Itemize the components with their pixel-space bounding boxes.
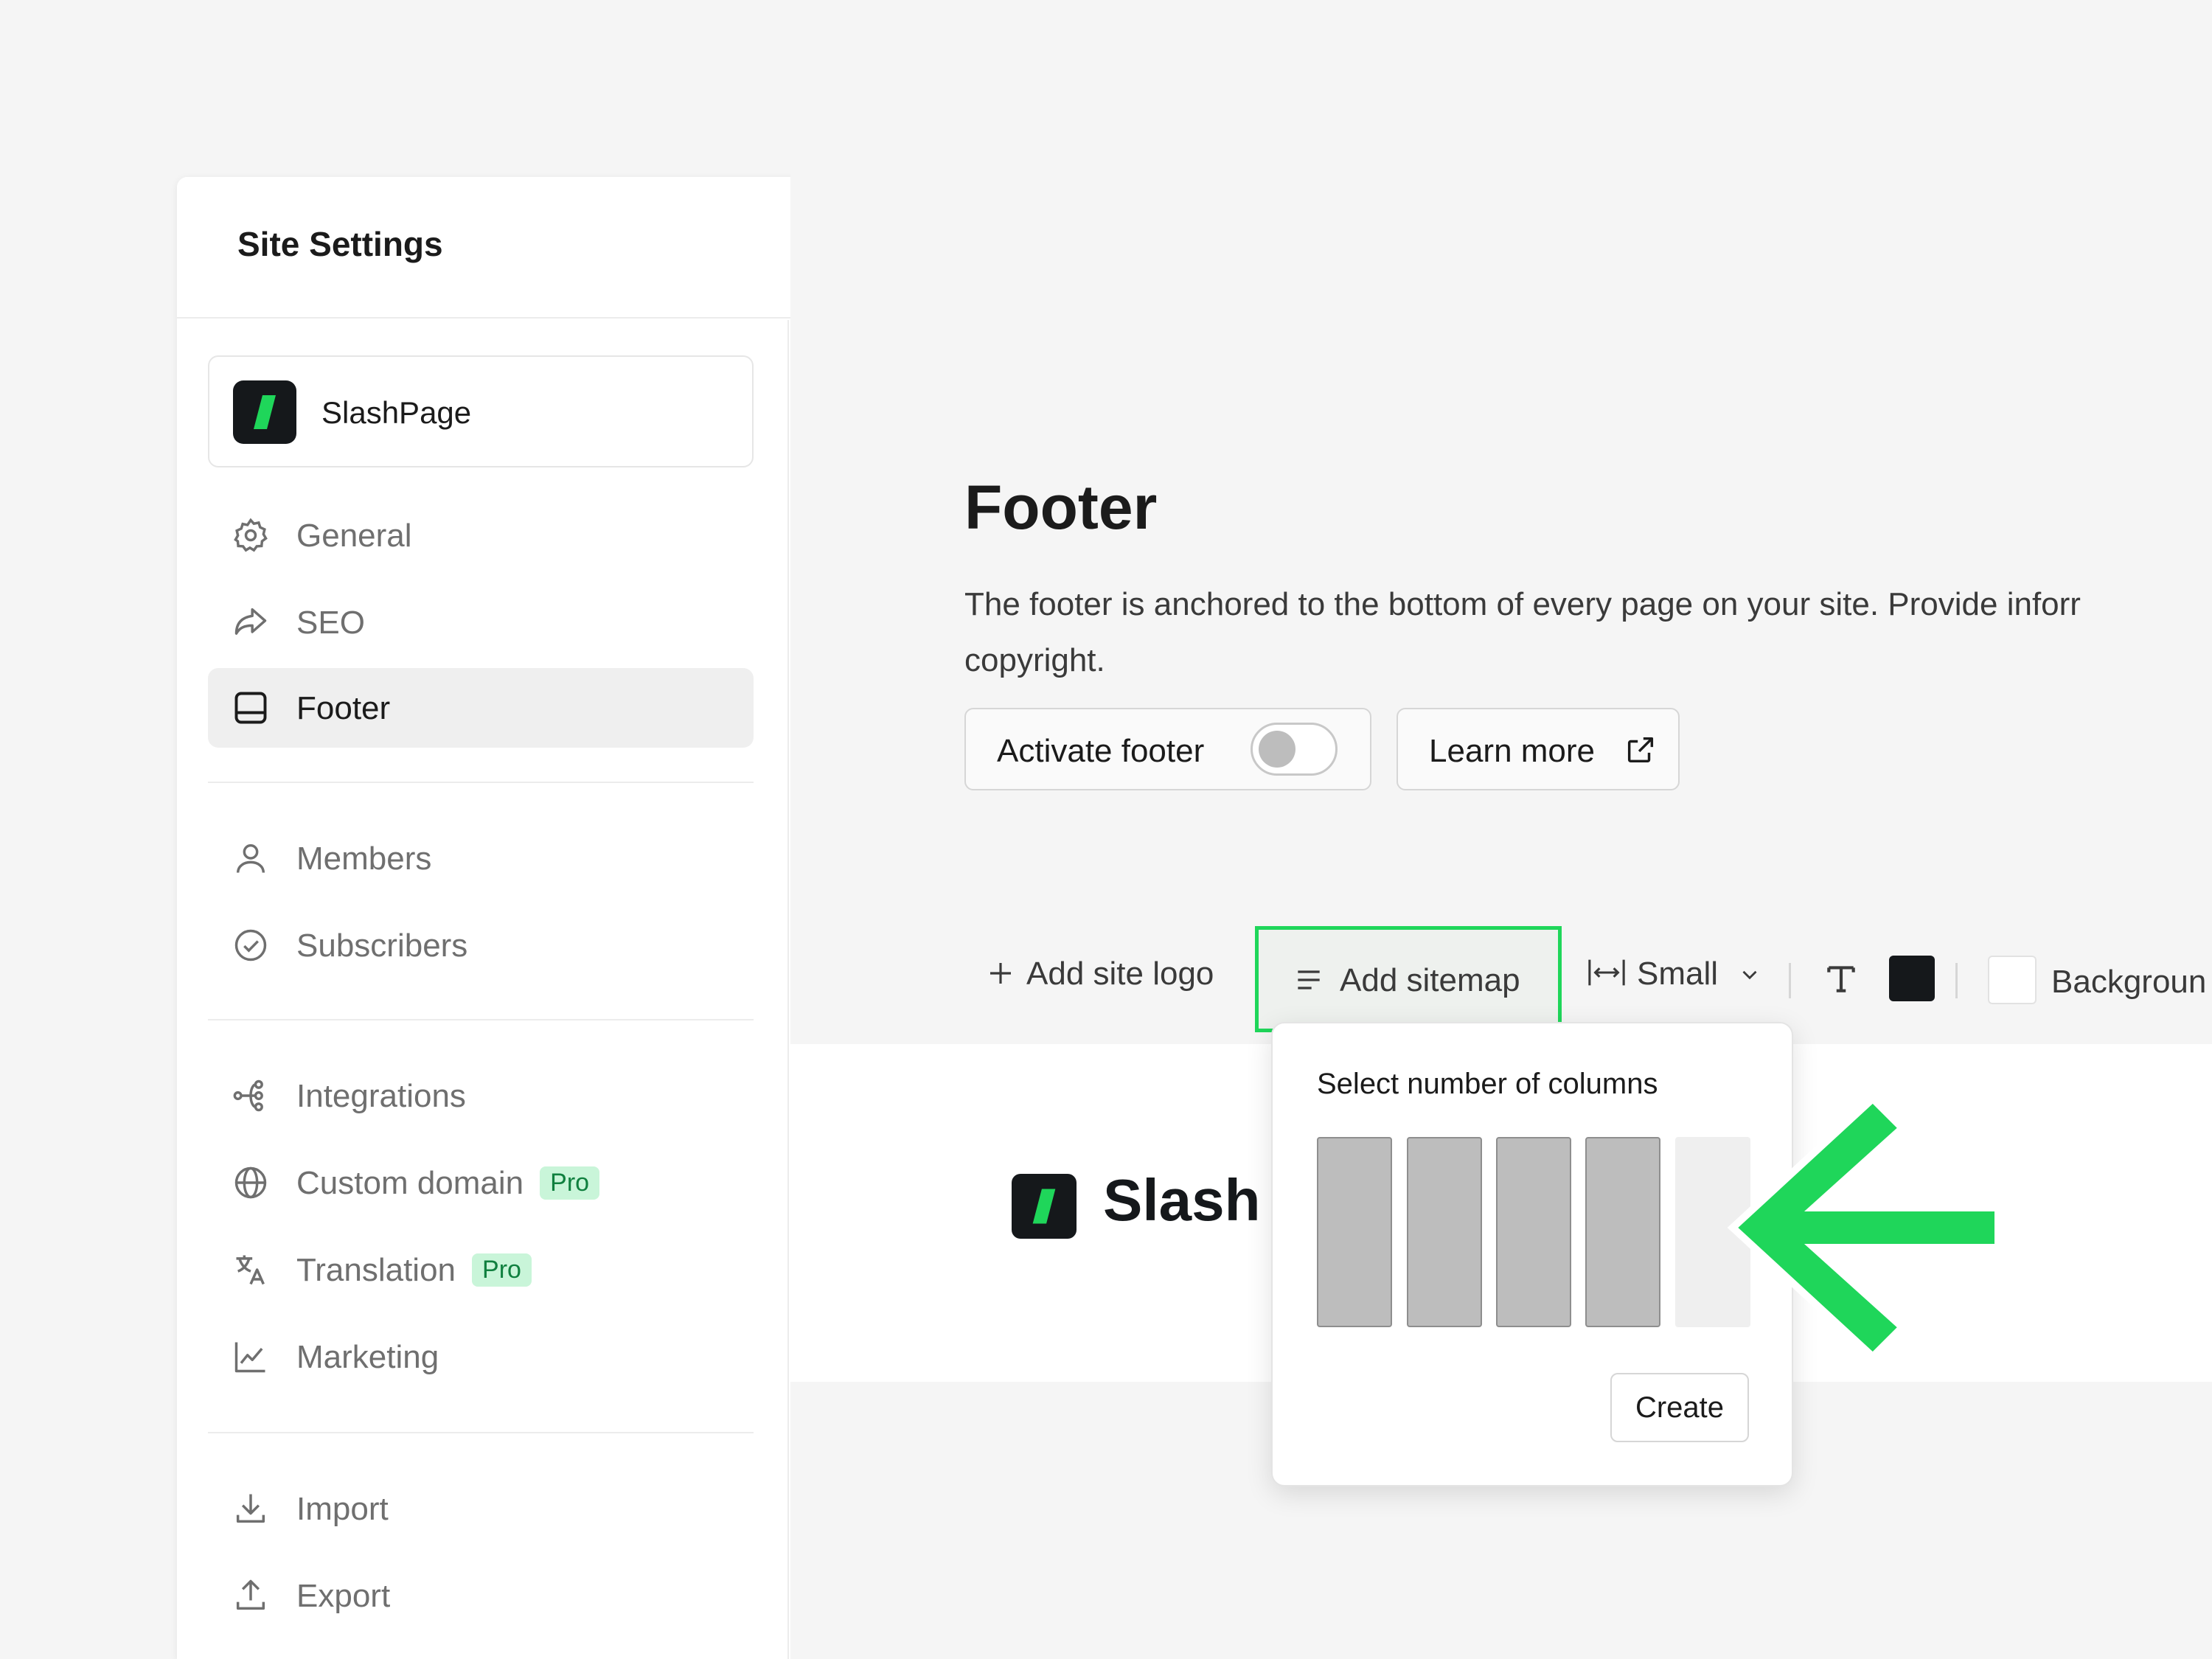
sidebar-item-general[interactable]: General: [208, 495, 754, 575]
sidebar-divider: [208, 1019, 754, 1020]
sidebar-item-export[interactable]: Export: [208, 1556, 754, 1635]
sidebar-item-label: Integrations: [296, 1078, 466, 1114]
sidebar-item-label-wrap: Custom domain Pro: [296, 1165, 600, 1202]
site-logo-icon: [233, 380, 296, 444]
sidebar-item-label: Members: [296, 841, 432, 877]
check-circle-icon: [232, 926, 270, 964]
column-option-1[interactable]: [1317, 1137, 1392, 1327]
create-button[interactable]: Create: [1610, 1373, 1749, 1442]
pro-badge: Pro: [472, 1253, 532, 1287]
sidebar-divider: [208, 1432, 754, 1433]
column-option-2[interactable]: [1407, 1137, 1482, 1327]
add-sitemap-button[interactable]: Add sitemap: [1255, 926, 1562, 1032]
share-arrow-icon: [232, 603, 270, 641]
upload-icon: [232, 1576, 270, 1615]
add-site-logo-label: Add site logo: [1026, 956, 1214, 992]
sidebar-item-seo[interactable]: SEO: [208, 582, 754, 662]
user-icon: [232, 839, 270, 877]
description-line: The footer is anchored to the bottom of …: [964, 586, 2081, 622]
size-label: Small: [1637, 956, 1719, 992]
sidebar-item-marketing[interactable]: Marketing: [208, 1317, 754, 1397]
column-option-4[interactable]: [1585, 1137, 1660, 1327]
sidebar-item-label: Export: [296, 1578, 391, 1614]
sidebar-item-footer[interactable]: Footer: [208, 668, 754, 748]
sidebar-item-integrations[interactable]: Integrations: [208, 1056, 754, 1135]
learn-more-label: Learn more: [1429, 733, 1596, 769]
gear-icon: [232, 516, 270, 554]
sidebar-item-translation[interactable]: Translation Pro: [208, 1230, 754, 1310]
width-icon: [1587, 956, 1627, 989]
sidebar-item-label: SEO: [296, 605, 365, 641]
page-title: Footer: [964, 473, 1158, 542]
toolbar-divider: [1955, 963, 1958, 998]
background-label: Backgroun: [2051, 964, 2207, 1000]
menu-lines-icon: [1293, 964, 1325, 996]
preview-logo-icon: [1012, 1174, 1077, 1239]
window-title: Site Settings: [237, 225, 443, 263]
toolbar-divider: [1789, 963, 1791, 998]
background-color-swatch[interactable]: [1988, 956, 2037, 1004]
add-sitemap-label: Add sitemap: [1340, 962, 1520, 998]
site-switcher[interactable]: SlashPage: [208, 355, 754, 467]
footer-layout-icon: [232, 689, 270, 727]
sidebar-item-label: Custom domain: [296, 1165, 524, 1201]
text-type-icon: [1823, 960, 1860, 997]
site-name: SlashPage: [321, 395, 472, 430]
activate-footer-control[interactable]: Activate footer: [964, 708, 1371, 790]
sidebar-divider: [208, 782, 754, 783]
text-color-swatch[interactable]: [1889, 956, 1935, 1001]
column-option-3[interactable]: [1496, 1137, 1571, 1327]
sidebar-item-label: Subscribers: [296, 928, 468, 964]
download-icon: [232, 1489, 270, 1528]
toggle-knob: [1259, 731, 1295, 768]
sidebar-item-members[interactable]: Members: [208, 818, 754, 898]
background-color-button[interactable]: Backgroun: [1988, 956, 2206, 1007]
line-chart-icon: [232, 1338, 270, 1376]
sidebar-item-label: General: [296, 518, 412, 554]
sidebar-item-import[interactable]: Import: [208, 1469, 754, 1548]
sidebar-item-subscribers[interactable]: Subscribers: [208, 905, 754, 985]
sidebar-item-label: Translation: [296, 1252, 456, 1288]
nodes-icon: [232, 1077, 270, 1115]
activate-footer-label: Activate footer: [997, 733, 1205, 769]
learn-more-button[interactable]: Learn more: [1397, 708, 1680, 790]
size-dropdown[interactable]: Small: [1587, 956, 1762, 1007]
chevron-down-icon: [1737, 959, 1762, 984]
sidebar-item-label: Footer: [296, 690, 391, 726]
popover-title: Select number of columns: [1317, 1068, 1658, 1100]
sidebar-item-label-wrap: Translation Pro: [296, 1252, 532, 1289]
sidebar-item-label: Import: [296, 1491, 389, 1527]
text-color-button[interactable]: [1823, 956, 1935, 1007]
add-site-logo-button[interactable]: Add site logo: [985, 956, 1214, 1007]
globe-icon: [232, 1164, 270, 1202]
pro-badge: Pro: [540, 1166, 600, 1200]
external-link-icon: [1624, 733, 1658, 767]
sidebar-item-custom-domain[interactable]: Custom domain Pro: [208, 1143, 754, 1222]
plus-icon: [985, 958, 1016, 989]
translate-icon: [232, 1251, 270, 1289]
activate-footer-toggle[interactable]: [1251, 723, 1338, 776]
page-description: The footer is anchored to the bottom of …: [964, 577, 2212, 689]
preview-site-name: Slash: [1103, 1167, 1261, 1233]
sidebar-item-label: Marketing: [296, 1339, 439, 1375]
annotation-arrow-icon: [1727, 1093, 2002, 1362]
description-line: copyright.: [964, 642, 1105, 678]
